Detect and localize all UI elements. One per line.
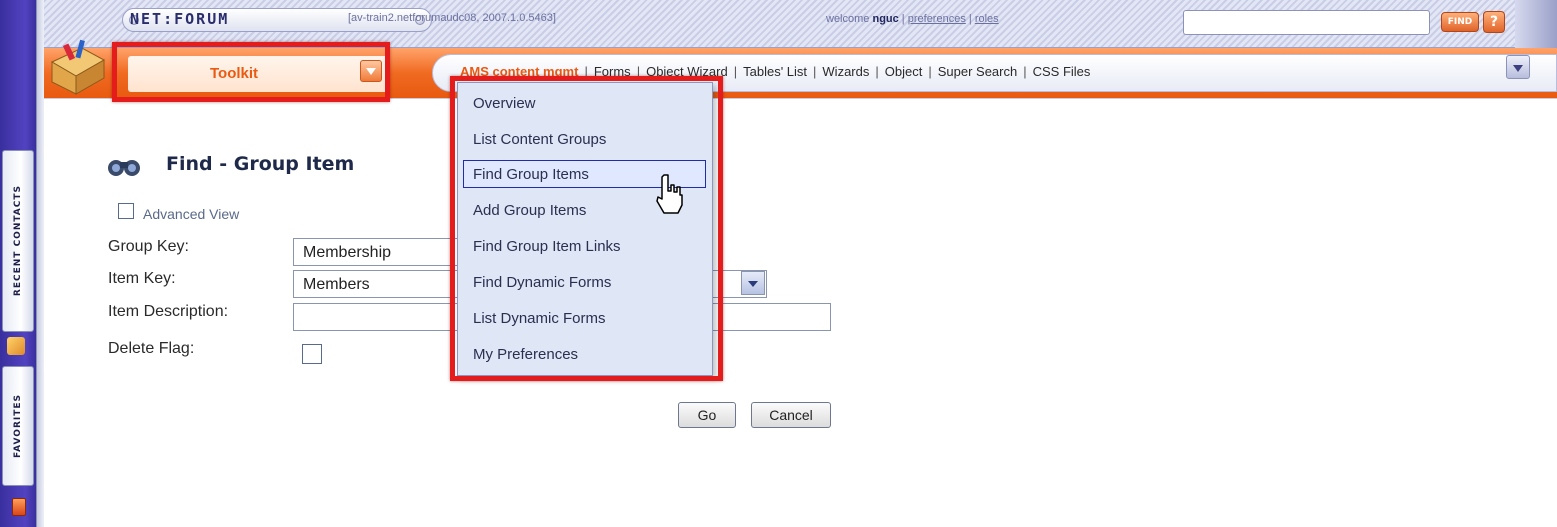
help-button[interactable]: ? <box>1483 11 1505 33</box>
top-header: FIND ? <box>44 0 1557 48</box>
roles-link[interactable]: roles <box>975 13 999 25</box>
netforum-logo: NET:FORUM <box>130 10 230 28</box>
binoculars-icon <box>108 160 140 176</box>
annotation-highlight-menu <box>450 76 723 381</box>
recent-contacts-label: RECENT CONTACTS <box>13 185 23 297</box>
nav-sep: | <box>928 64 932 79</box>
recent-contacts-tab[interactable]: RECENT CONTACTS <box>2 150 34 332</box>
welcome-text: welcome nguc | preferences | roles <box>826 13 999 25</box>
nav-link-tables-list[interactable]: Tables' List <box>743 64 807 79</box>
server-info: [av-train2.netforumaudc08, 2007.1.0.5463… <box>348 12 556 24</box>
preferences-link[interactable]: preferences <box>908 13 966 25</box>
page-title: Find - Group Item <box>166 153 355 175</box>
go-button[interactable]: Go <box>678 402 736 428</box>
group-key-label: Group Key: <box>108 238 189 255</box>
nav-link-css-files[interactable]: CSS Files <box>1033 64 1091 79</box>
find-button[interactable]: FIND <box>1441 12 1479 32</box>
cancel-button[interactable]: Cancel <box>751 402 831 428</box>
item-description-label: Item Description: <box>108 303 229 320</box>
nav-sep: | <box>813 64 817 79</box>
nav-sep: | <box>875 64 879 79</box>
favorites-tab[interactable]: FAVORITES <box>2 366 34 486</box>
delete-flag-label: Delete Flag: <box>108 340 195 357</box>
item-key-dropdown-arrow-icon[interactable] <box>741 271 765 295</box>
item-key-label: Item Key: <box>108 270 176 287</box>
header-search-input[interactable] <box>1183 10 1430 35</box>
delete-flag-checkbox[interactable] <box>302 344 322 364</box>
contacts-icon[interactable] <box>7 337 25 355</box>
nav-link-super-search[interactable]: Super Search <box>938 64 1018 79</box>
group-key-input[interactable]: Membership <box>293 238 473 266</box>
welcome-prefix: welcome <box>826 13 873 25</box>
header-edge <box>1515 0 1557 48</box>
left-dock: RECENT CONTACTS FAVORITES <box>0 0 36 527</box>
dock-divider <box>36 0 44 527</box>
nav-sep: | <box>1023 64 1027 79</box>
nav-link-object[interactable]: Object <box>885 64 923 79</box>
sep: | <box>898 13 908 25</box>
nav-link-wizards[interactable]: Wizards <box>822 64 869 79</box>
advanced-view-checkbox[interactable] <box>118 203 134 219</box>
toolbox-icon <box>50 39 106 95</box>
annotation-highlight-module <box>112 42 390 102</box>
username: nguc <box>872 13 899 25</box>
advanced-view-label: Advanced View <box>143 206 240 222</box>
sep: | <box>965 13 975 25</box>
nav-sep: | <box>733 64 738 79</box>
expand-arrow-icon[interactable] <box>12 498 26 516</box>
favorites-label: FAVORITES <box>13 394 23 458</box>
nav-more-dropdown-button[interactable] <box>1506 55 1530 79</box>
